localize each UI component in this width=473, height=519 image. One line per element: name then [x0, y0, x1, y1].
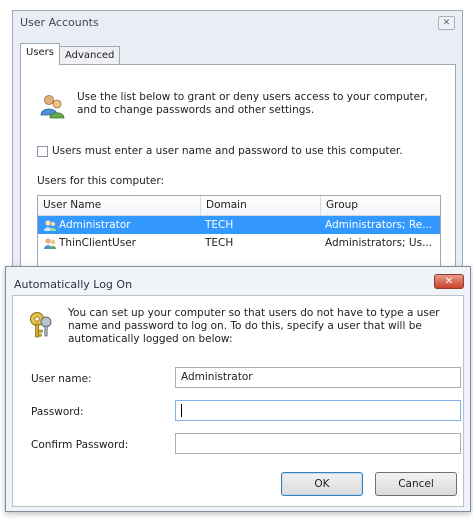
user-icon [44, 237, 56, 249]
dialog-close-button[interactable]: ✕ [434, 274, 464, 289]
require-password-checkbox[interactable] [37, 145, 48, 157]
tab-advanced[interactable]: Advanced [59, 46, 121, 64]
dialog-body: You can set up your computer so that use… [12, 295, 464, 507]
column-header-group[interactable]: Group [320, 196, 440, 215]
cancel-button[interactable]: Cancel [375, 472, 457, 496]
ok-button[interactable]: OK [281, 472, 363, 496]
intro-text: Use the list below to grant or deny user… [77, 91, 437, 117]
users-list-label: Users for this computer: [37, 175, 165, 187]
keys-icon [27, 310, 55, 343]
intro-line-2: and to change passwords and other settin… [77, 104, 315, 116]
window-title: User Accounts [20, 16, 99, 29]
users-icon [39, 93, 65, 122]
dialog-title: Automatically Log On [14, 278, 133, 291]
require-password-checkbox-row[interactable]: Users must enter a user name and passwor… [37, 145, 403, 157]
group-cell: Administrators; Re... [325, 219, 433, 231]
dialog-message-line-3: automatically logged on below: [68, 333, 233, 345]
confirm-password-field[interactable] [175, 433, 461, 454]
user-name-cell: ThinClientUser [38, 234, 200, 252]
user-row-thinclientuser[interactable]: ThinClientUser TECH Administrators; Us..… [38, 234, 440, 252]
column-header-domain[interactable]: Domain [200, 196, 320, 215]
user-icon [44, 219, 56, 231]
dialog-message-line-2: name and password to log on. To do this,… [68, 320, 422, 332]
intro-line-1: Use the list below to grant or deny user… [77, 91, 428, 103]
domain-cell: TECH [205, 219, 234, 231]
dialog-message: You can set up your computer so that use… [68, 307, 456, 346]
user-name: ThinClientUser [59, 237, 136, 249]
window-close-button[interactable]: ✕ [438, 16, 455, 30]
user-name: Administrator [59, 219, 131, 231]
text-caret [181, 404, 182, 417]
username-field[interactable]: Administrator [175, 367, 461, 388]
user-name-cell: Administrator [38, 216, 200, 234]
users-list-header: User Name Domain Group [38, 196, 440, 216]
domain-cell: TECH [205, 237, 234, 249]
password-field[interactable] [175, 400, 461, 421]
require-password-label: Users must enter a user name and passwor… [52, 145, 403, 157]
tab-users[interactable]: Users [20, 43, 61, 65]
username-label: User name: [31, 373, 92, 385]
column-header-user-name[interactable]: User Name [38, 196, 200, 215]
group-cell: Administrators; Us... [325, 237, 433, 249]
dialog-message-line-1: You can set up your computer so that use… [68, 307, 440, 319]
user-row-administrator[interactable]: Administrator TECH Administrators; Re... [38, 216, 440, 234]
auto-logon-dialog: Automatically Log On ✕ You can set up yo… [5, 266, 471, 512]
confirm-password-label: Confirm Password: [31, 439, 129, 451]
password-label: Password: [31, 406, 84, 418]
